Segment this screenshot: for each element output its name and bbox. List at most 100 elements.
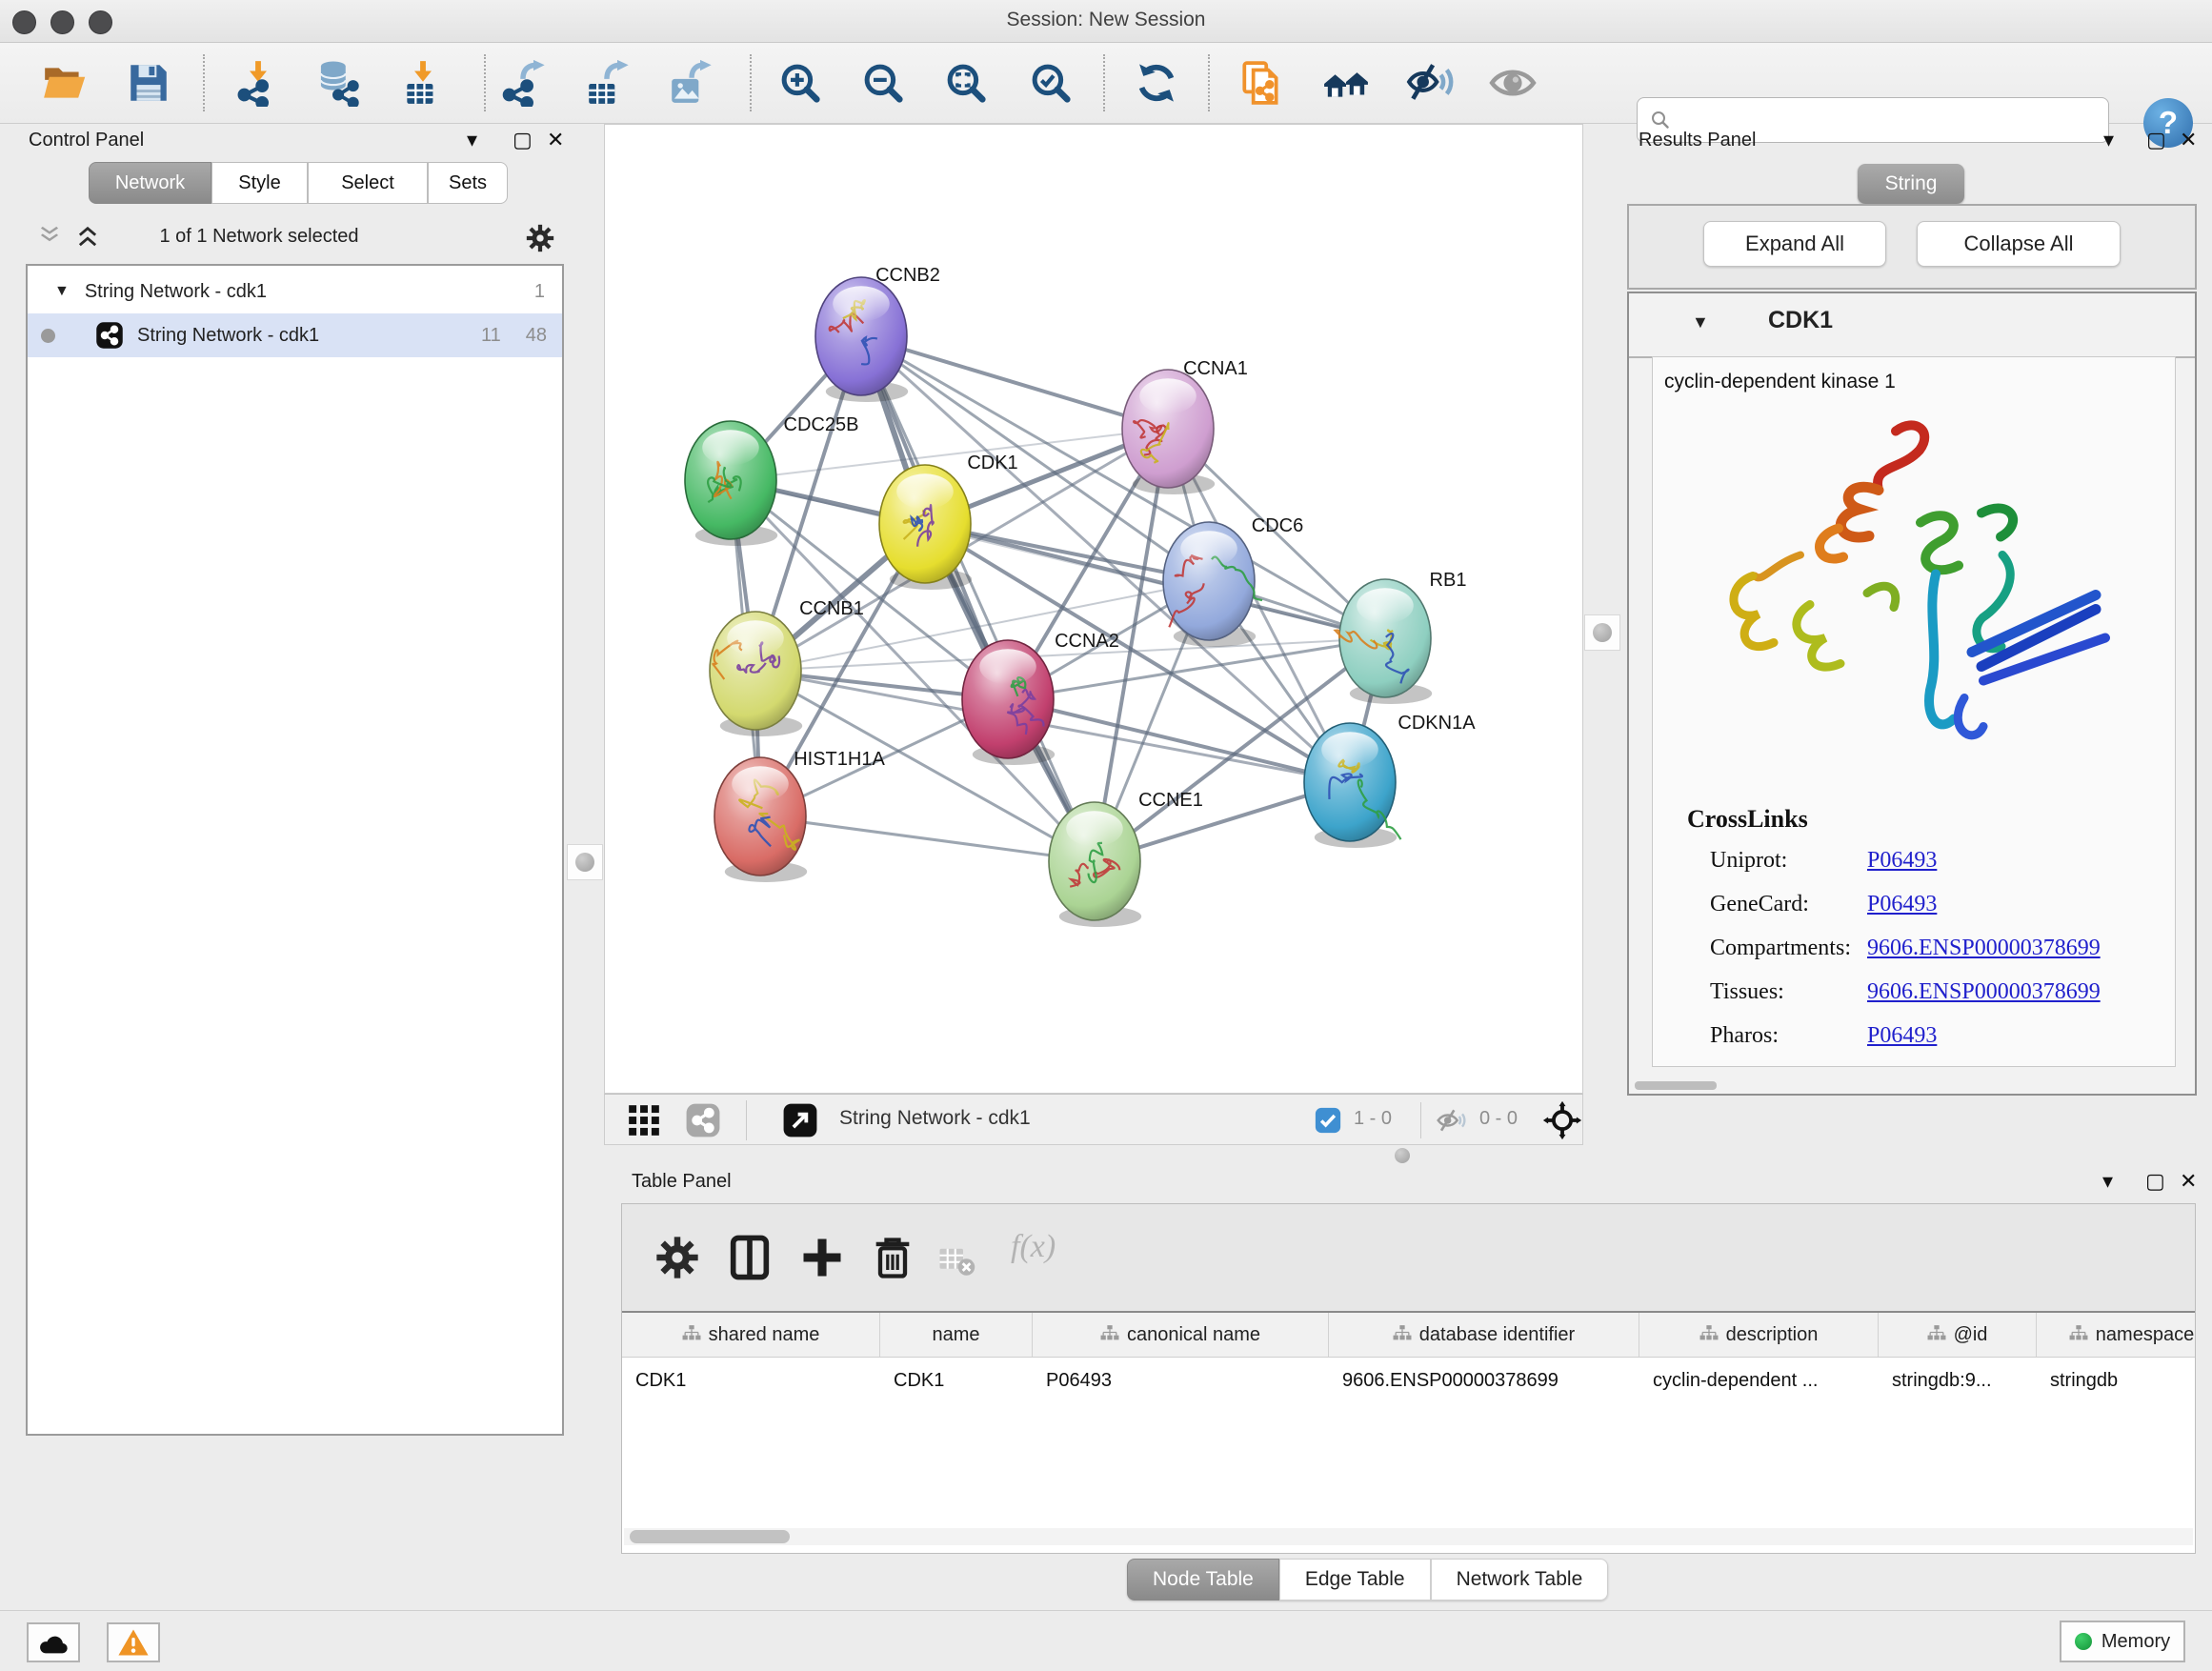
network-node-CCNB1[interactable] bbox=[710, 612, 802, 736]
tab-edge-table[interactable]: Edge Table bbox=[1279, 1559, 1431, 1601]
network-node-CDKN1A[interactable] bbox=[1304, 723, 1401, 848]
left-splitter[interactable] bbox=[566, 124, 604, 1145]
network-node-CCNA1[interactable] bbox=[1122, 370, 1215, 494]
table-cell[interactable]: CDK1 bbox=[622, 1358, 880, 1403]
right-splitter-handle[interactable] bbox=[1584, 614, 1620, 651]
birds-eye-grid-icon[interactable] bbox=[626, 1102, 662, 1138]
network-share-icon[interactable] bbox=[685, 1102, 721, 1138]
import-network-icon[interactable] bbox=[231, 56, 285, 110]
network-edge[interactable] bbox=[1008, 699, 1350, 782]
fit-selection-crosshair-icon[interactable] bbox=[1542, 1100, 1582, 1140]
table-cell[interactable]: cyclin-dependent ... bbox=[1639, 1358, 1879, 1403]
delete-column-icon[interactable] bbox=[868, 1233, 917, 1282]
copy-network-icon[interactable] bbox=[1235, 56, 1288, 110]
network-canvas[interactable]: CCNB2CCNA1CDC25BCDK1CDC6RB1CCNB1CCNA2CDK… bbox=[604, 124, 1583, 1094]
panel-float-icon[interactable]: ▢ bbox=[513, 128, 533, 152]
table-hscrollbar[interactable] bbox=[624, 1528, 2193, 1545]
zoom-out-icon[interactable] bbox=[856, 56, 910, 110]
show-hidden-icon[interactable] bbox=[1486, 56, 1539, 110]
collection-expander-icon[interactable]: ▼ bbox=[54, 283, 70, 300]
network-node-CCNB2[interactable] bbox=[815, 277, 908, 402]
table-cell[interactable]: P06493 bbox=[1033, 1358, 1329, 1403]
network-node-CCNA2[interactable] bbox=[962, 640, 1055, 765]
panel-menu-icon[interactable]: ▾ bbox=[2102, 1169, 2113, 1194]
table-cell[interactable]: 9606.ENSP00000378699 bbox=[1329, 1358, 1639, 1403]
apply-preferred-layout-icon[interactable] bbox=[1130, 56, 1183, 110]
left-splitter-handle[interactable] bbox=[567, 844, 603, 880]
show-columns-icon[interactable] bbox=[725, 1233, 774, 1282]
crosslink-value-link[interactable]: P06493 bbox=[1867, 848, 1937, 874]
tab-style[interactable]: Style bbox=[211, 162, 308, 204]
network-graph[interactable]: CCNB2CCNA1CDC25BCDK1CDC6RB1CCNB1CCNA2CDK… bbox=[605, 125, 1582, 1093]
table-gear-icon[interactable] bbox=[653, 1233, 702, 1282]
zoom-in-icon[interactable] bbox=[774, 56, 827, 110]
open-in-window-icon[interactable] bbox=[782, 1102, 818, 1138]
column-header-shared-name[interactable]: shared name bbox=[622, 1313, 880, 1357]
network-edge[interactable] bbox=[925, 524, 1385, 638]
network-node-CCNE1[interactable] bbox=[1049, 802, 1141, 927]
panel-float-icon[interactable]: ▢ bbox=[2145, 1169, 2165, 1194]
panel-close-icon[interactable]: ✕ bbox=[2180, 128, 2197, 152]
horizontal-splitter[interactable] bbox=[604, 1145, 2201, 1165]
network-node-CDC25B[interactable] bbox=[685, 421, 777, 546]
tab-sets[interactable]: Sets bbox=[428, 162, 508, 204]
export-image-icon[interactable] bbox=[664, 56, 717, 110]
table-cell[interactable]: CDK1 bbox=[880, 1358, 1033, 1403]
network-node-HIST1H1A[interactable] bbox=[714, 757, 807, 882]
cloud-icon bbox=[37, 1630, 70, 1655]
table-cell[interactable]: stringdb bbox=[2037, 1358, 2195, 1403]
memory-button[interactable]: Memory bbox=[2060, 1621, 2185, 1662]
tab-node-table[interactable]: Node Table bbox=[1127, 1559, 1279, 1601]
panel-menu-icon[interactable]: ▾ bbox=[2103, 128, 2114, 152]
network-edge[interactable] bbox=[861, 336, 1095, 861]
import-table-icon[interactable] bbox=[396, 56, 450, 110]
string-home-icon[interactable] bbox=[1319, 56, 1373, 110]
right-splitter[interactable] bbox=[1583, 124, 1621, 1145]
add-column-icon[interactable] bbox=[797, 1233, 847, 1282]
hide-selected-icon[interactable] bbox=[1403, 56, 1457, 110]
table-cell[interactable]: stringdb:9... bbox=[1879, 1358, 2037, 1403]
zoom-selected-icon[interactable] bbox=[1024, 56, 1077, 110]
network-node-RB1[interactable] bbox=[1336, 579, 1433, 704]
crosslink-value-link[interactable]: P06493 bbox=[1867, 892, 1937, 917]
crosslink-value-link[interactable]: 9606.ENSP00000378699 bbox=[1867, 936, 2101, 961]
results-hscroll-thumb[interactable] bbox=[1635, 1081, 1717, 1090]
export-table-icon[interactable] bbox=[581, 56, 634, 110]
network-row[interactable]: String Network - cdk1 11 48 bbox=[28, 313, 562, 357]
tab-network[interactable]: Network bbox=[89, 162, 211, 204]
panel-menu-icon[interactable]: ▾ bbox=[467, 128, 477, 152]
open-session-icon[interactable] bbox=[38, 56, 91, 110]
panel-close-icon[interactable]: ✕ bbox=[2180, 1169, 2197, 1194]
gear-icon[interactable] bbox=[524, 222, 556, 254]
panel-close-icon[interactable]: ✕ bbox=[547, 128, 564, 152]
network-edge[interactable] bbox=[861, 336, 1168, 429]
crosslink-value-link[interactable]: P06493 bbox=[1867, 1023, 1937, 1049]
column-header-name[interactable]: name bbox=[880, 1313, 1033, 1357]
import-network-from-database-icon[interactable] bbox=[311, 56, 364, 110]
column-header-namespace[interactable]: namespace bbox=[2037, 1313, 2195, 1357]
expand-all-button[interactable]: Expand All bbox=[1703, 221, 1886, 267]
column-header-description[interactable]: description bbox=[1639, 1313, 1879, 1357]
table-hscroll-thumb[interactable] bbox=[630, 1530, 790, 1543]
tab-string[interactable]: String bbox=[1858, 164, 1964, 204]
collapse-all-button[interactable]: Collapse All bbox=[1917, 221, 2121, 267]
network-node-CDC6[interactable] bbox=[1163, 522, 1262, 647]
gene-expander-icon[interactable]: ▼ bbox=[1692, 312, 1709, 332]
zoom-fit-icon[interactable] bbox=[939, 56, 993, 110]
column-header--id[interactable]: @id bbox=[1879, 1313, 2037, 1357]
export-network-icon[interactable] bbox=[497, 56, 551, 110]
tab-select[interactable]: Select bbox=[308, 162, 428, 204]
warnings-button[interactable] bbox=[107, 1622, 160, 1662]
crosslink-value-link[interactable]: 9606.ENSP00000378699 bbox=[1867, 979, 2101, 1005]
column-header-database-identifier[interactable]: database identifier bbox=[1329, 1313, 1639, 1357]
cloud-button[interactable] bbox=[27, 1622, 80, 1662]
tab-network-table[interactable]: Network Table bbox=[1431, 1559, 1609, 1601]
save-session-icon[interactable] bbox=[122, 56, 175, 110]
panel-float-icon[interactable]: ▢ bbox=[2146, 128, 2166, 152]
selected-checkbox-icon[interactable] bbox=[1314, 1106, 1342, 1135]
column-header-canonical-name[interactable]: canonical name bbox=[1033, 1313, 1329, 1357]
network-collection-row[interactable]: ▼ String Network - cdk1 1 bbox=[28, 270, 562, 313]
table-row[interactable]: CDK1CDK1P064939606.ENSP00000378699cyclin… bbox=[622, 1358, 2195, 1403]
network-edge[interactable] bbox=[760, 816, 1095, 861]
gene-card-header[interactable]: ▼ CDK1 bbox=[1629, 293, 2195, 358]
